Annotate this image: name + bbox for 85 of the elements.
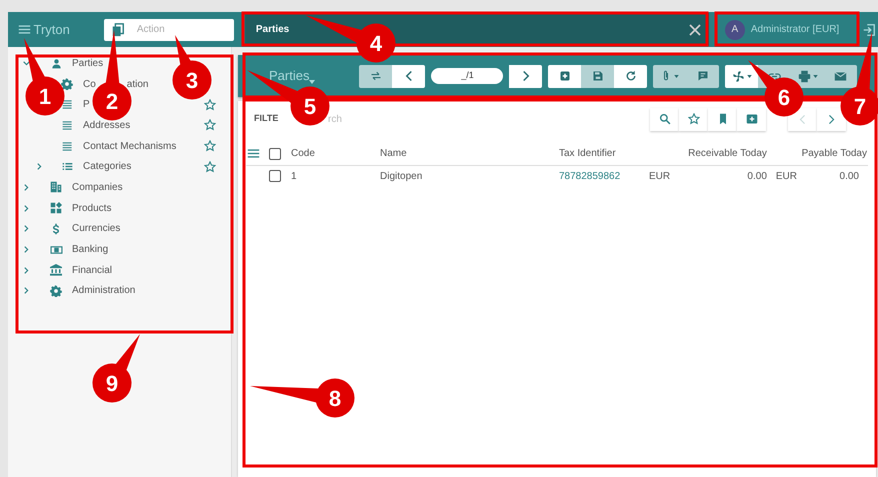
- floppy-icon: [592, 70, 604, 82]
- table-cell-text: EUR: [776, 170, 798, 184]
- archive-button[interactable]: [737, 108, 766, 130]
- toolbar-button[interactable]: [614, 64, 648, 88]
- table-cell: Digitopen: [379, 165, 558, 187]
- star-icon[interactable]: [204, 140, 216, 152]
- envelope-icon: [834, 70, 848, 82]
- list-icon: [62, 140, 72, 152]
- list-icon: [62, 120, 72, 131]
- building-icon: [50, 181, 62, 194]
- star-icon[interactable]: [204, 160, 216, 173]
- chevron-icon[interactable]: [22, 182, 30, 192]
- caret-icon: [309, 80, 316, 84]
- record-counter: _/1: [431, 68, 504, 84]
- person-icon: [50, 58, 62, 69]
- menu-item-text: ation: [126, 78, 148, 92]
- filter-label: FILTE: [254, 112, 280, 126]
- documents-icon: [110, 22, 125, 36]
- chevron-icon[interactable]: [22, 224, 30, 234]
- action-field[interactable]: Action: [104, 18, 234, 40]
- fan-icon: [732, 70, 745, 82]
- chevron-icon[interactable]: [22, 245, 30, 254]
- list-icon: [62, 99, 72, 110]
- toolbar-button[interactable]: [548, 64, 582, 88]
- comment-icon: [696, 70, 709, 82]
- search-icon: [658, 113, 670, 125]
- menu-item[interactable]: Administration: [72, 283, 136, 298]
- link[interactable]: 78782859862: [559, 170, 620, 182]
- chevron-icon[interactable]: [22, 204, 30, 213]
- select-all-checkbox[interactable]: [269, 148, 281, 160]
- printer-icon: [798, 70, 811, 82]
- plus-icon: [558, 70, 571, 82]
- table-cell: 1: [290, 165, 379, 187]
- menu-icon[interactable]: [18, 23, 31, 36]
- archive-icon: [746, 113, 758, 125]
- bookmark-button[interactable]: [708, 108, 737, 130]
- chevron-icon[interactable]: [34, 162, 44, 172]
- gear-icon: [61, 78, 73, 90]
- toolbar-button[interactable]: [392, 64, 426, 88]
- chevron-left-icon: [797, 114, 808, 124]
- row-checkbox[interactable]: [269, 170, 281, 182]
- star-button[interactable]: [679, 108, 708, 130]
- institution-icon: [50, 264, 62, 276]
- table-cell: 0.00: [710, 165, 768, 187]
- menu-item[interactable]: Co: [83, 76, 96, 92]
- reload-icon: [624, 70, 637, 82]
- logout-icon[interactable]: [862, 22, 876, 36]
- swap-icon: [370, 70, 382, 82]
- star-icon[interactable]: [204, 119, 216, 132]
- menu-item[interactable]: Categories: [83, 159, 132, 174]
- toolbar-button[interactable]: [725, 64, 758, 88]
- banknote-icon: [50, 244, 62, 256]
- star-icon[interactable]: [204, 98, 216, 111]
- column-header[interactable]: Tax Identifier: [558, 143, 648, 165]
- dollar-icon: [50, 222, 62, 235]
- pager-button[interactable]: [817, 108, 846, 130]
- toolbar-button[interactable]: [509, 64, 542, 88]
- menu-item[interactable]: Products: [72, 200, 112, 216]
- column-header[interactable]: Name: [379, 143, 558, 165]
- star-icon: [688, 113, 700, 125]
- search-button[interactable]: [650, 108, 679, 130]
- menu-item[interactable]: Parties: [72, 56, 104, 71]
- chevron-right-icon: [826, 114, 837, 124]
- table-cell-text: 0.00: [840, 170, 859, 184]
- close-icon[interactable]: [688, 24, 701, 36]
- menu-item[interactable]: Financial: [72, 262, 112, 278]
- chevron-icon[interactable]: [22, 286, 30, 296]
- chevron-icon[interactable]: [22, 266, 30, 275]
- app-title: Tryton: [34, 20, 70, 39]
- gear-icon: [50, 284, 62, 297]
- menu-item[interactable]: Companies: [72, 180, 123, 195]
- table-cell: EUR: [648, 165, 710, 187]
- list-icon: [62, 161, 72, 172]
- tab-label: Parties: [256, 23, 290, 37]
- columns-menu-icon[interactable]: [247, 147, 260, 160]
- menu-item[interactable]: Banking: [72, 242, 108, 258]
- menu-item[interactable]: Contact Mechanisms: [83, 138, 176, 154]
- column-header[interactable]: Payable Today: [768, 143, 868, 165]
- avatar: A: [724, 20, 745, 40]
- menu-item[interactable]: Currencies: [72, 221, 120, 236]
- column-header[interactable]: Receivable Today: [648, 143, 768, 165]
- menu-item[interactable]: Addresses: [83, 118, 130, 133]
- widgets-icon: [50, 202, 62, 214]
- column-header[interactable]: Code: [290, 143, 379, 165]
- menu-item[interactable]: P: [83, 97, 90, 112]
